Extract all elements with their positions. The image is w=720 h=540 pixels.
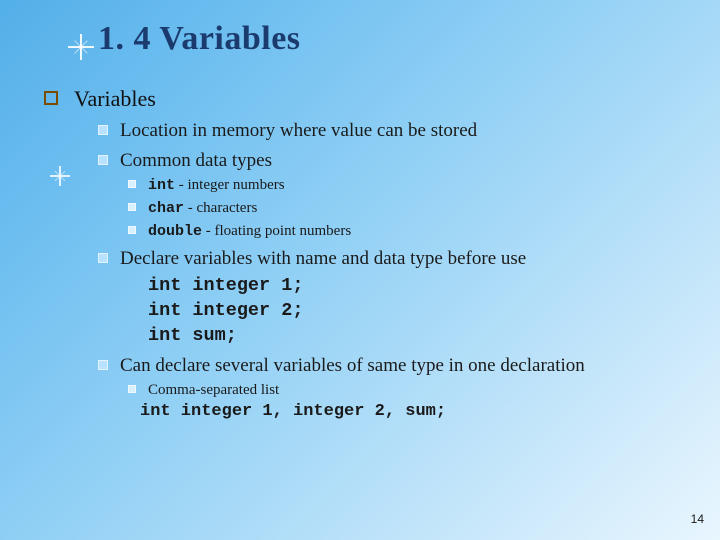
square-bullet-icon	[128, 203, 136, 211]
code-keyword: int	[148, 177, 175, 194]
code-line: int integer 2;	[148, 299, 690, 324]
slide-title: 1. 4 Variables	[98, 20, 690, 58]
code-line: int integer 1, integer 2, sum;	[140, 401, 690, 424]
bullet-text: Can declare several variables of same ty…	[120, 355, 585, 376]
code-keyword: char	[148, 200, 184, 217]
list-item: Common data types int - integer numbers …	[98, 148, 690, 243]
square-bullet-icon	[128, 180, 136, 188]
square-bullet-icon	[98, 155, 108, 165]
code-block: int integer 1, integer 2, sum;	[140, 401, 690, 424]
code-desc: - floating point numbers	[202, 223, 351, 239]
list-item: char - characters	[128, 198, 690, 219]
code-block: int integer 1; int integer 2; int sum;	[148, 274, 690, 349]
page-number: 14	[691, 512, 704, 526]
bullet-list-level2: Comma-separated list	[128, 380, 690, 401]
code-line: int sum;	[148, 324, 690, 349]
hollow-square-bullet-icon	[44, 91, 58, 105]
code-keyword: double	[148, 223, 202, 240]
bullet-text: Declare variables with name and data typ…	[120, 248, 526, 269]
bullet-text: Common data types	[120, 150, 272, 171]
section-heading-text: Variables	[74, 86, 156, 111]
square-bullet-icon	[128, 226, 136, 234]
code-desc: - integer numbers	[175, 177, 285, 193]
code-line: int integer 1;	[148, 274, 690, 299]
square-bullet-icon	[128, 385, 136, 393]
list-item: Location in memory where value can be st…	[98, 118, 690, 144]
square-bullet-icon	[98, 125, 108, 135]
list-item: double - floating point numbers	[128, 221, 690, 242]
list-item: int - integer numbers	[128, 175, 690, 196]
square-bullet-icon	[98, 253, 108, 263]
bullet-list-level2: int - integer numbers char - characters …	[128, 175, 690, 242]
bullet-text: Location in memory where value can be st…	[120, 120, 477, 141]
square-bullet-icon	[98, 360, 108, 370]
bullet-list-level1: Location in memory where value can be st…	[98, 118, 690, 424]
list-item: Declare variables with name and data typ…	[98, 246, 690, 349]
slide-content: 1. 4 Variables Variables Location in mem…	[0, 0, 720, 540]
list-item: Can declare several variables of same ty…	[98, 353, 690, 425]
section-heading: Variables	[44, 86, 690, 112]
sub-bullet-text: Comma-separated list	[148, 382, 279, 398]
list-item: Comma-separated list	[128, 380, 690, 401]
code-desc: - characters	[184, 200, 257, 216]
